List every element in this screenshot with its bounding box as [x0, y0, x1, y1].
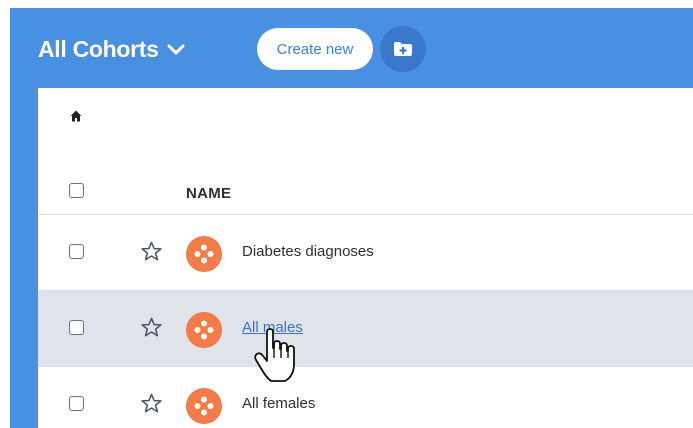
- table-header: NAME: [38, 176, 693, 215]
- table-row[interactable]: All males: [38, 291, 693, 367]
- cohort-icon: [186, 236, 222, 272]
- new-folder-button[interactable]: [380, 26, 426, 72]
- star-icon[interactable]: [140, 316, 163, 339]
- cohort-name[interactable]: All females: [242, 395, 315, 412]
- table-row[interactable]: Diabetes diagnoses: [38, 215, 693, 291]
- select-all-checkbox[interactable]: [69, 183, 84, 198]
- cohort-icon: [186, 312, 222, 348]
- hand-pointer-cursor: [254, 328, 295, 382]
- chevron-down-icon: [167, 44, 185, 54]
- column-name-header[interactable]: NAME: [186, 185, 231, 202]
- star-icon[interactable]: [140, 240, 163, 263]
- app-frame: All Cohorts Create new NAME Diabetes dia…: [10, 8, 693, 428]
- create-new-button[interactable]: Create new: [257, 28, 373, 70]
- folder-plus-icon: [394, 42, 412, 56]
- table-row[interactable]: All females: [38, 367, 693, 428]
- create-new-label: Create new: [276, 40, 354, 58]
- cohorts-dropdown[interactable]: All Cohorts: [38, 36, 185, 63]
- row-checkbox[interactable]: [69, 244, 84, 259]
- home-icon[interactable]: [70, 110, 82, 122]
- page-title: All Cohorts: [38, 36, 159, 62]
- page-header: All Cohorts Create new: [10, 8, 693, 88]
- cohort-name[interactable]: Diabetes diagnoses: [242, 243, 374, 260]
- row-checkbox[interactable]: [69, 396, 84, 411]
- star-icon[interactable]: [140, 392, 163, 415]
- cohort-icon: [186, 388, 222, 424]
- cohort-list-panel: NAME Diabetes diagnoses All males All fe…: [38, 88, 693, 428]
- row-checkbox[interactable]: [69, 320, 84, 335]
